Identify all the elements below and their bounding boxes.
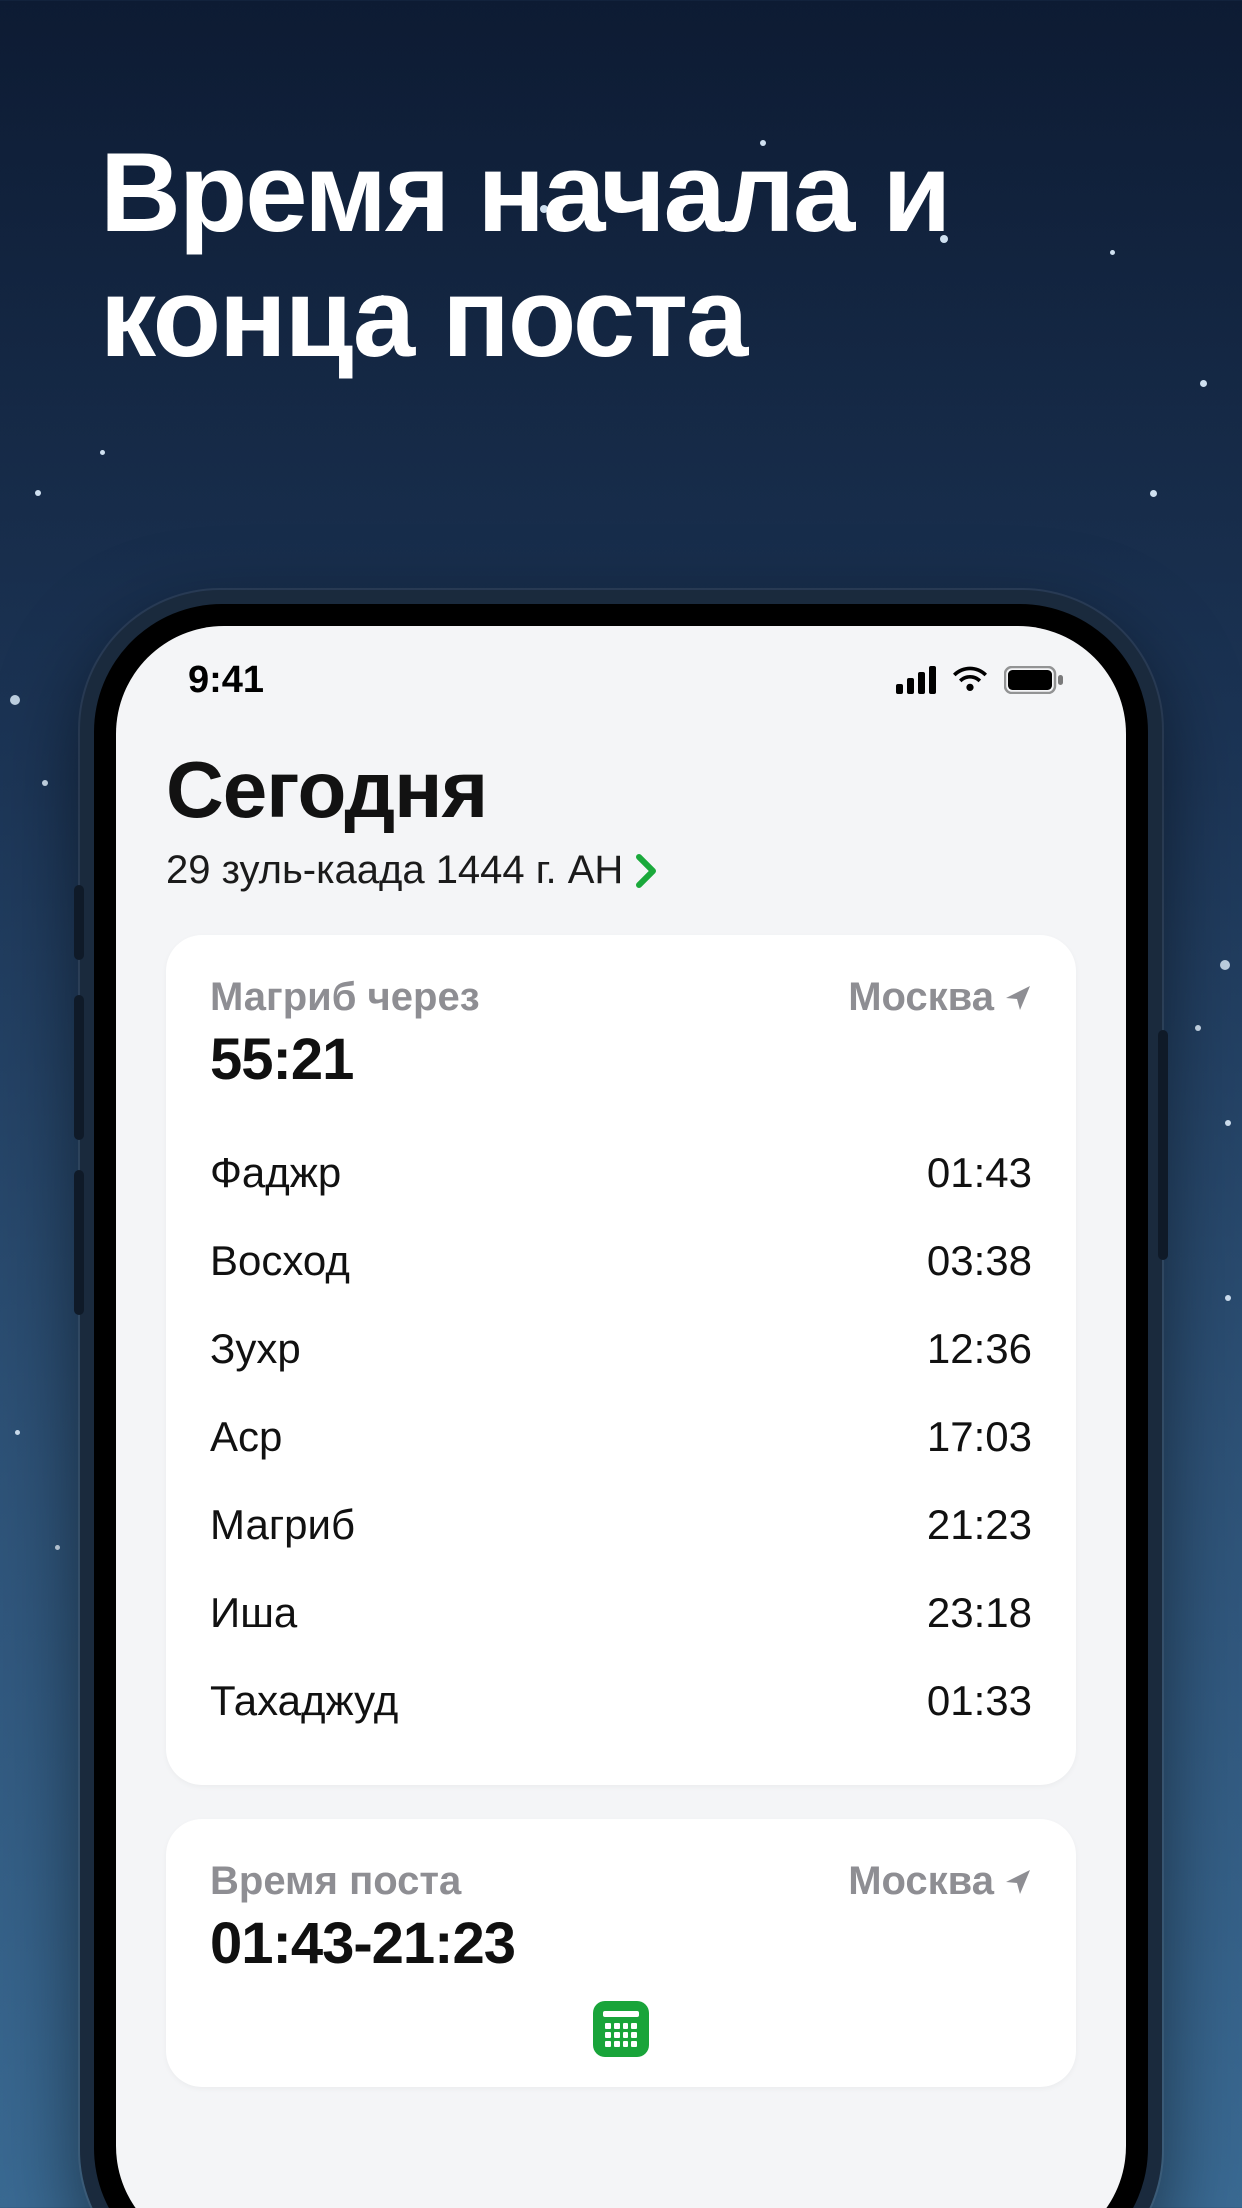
page-title: Сегодня <box>166 744 1076 836</box>
fasting-label: Время поста <box>210 1859 515 1904</box>
prayer-name: Восход <box>210 1237 350 1285</box>
location-button[interactable]: Москва <box>848 975 1032 1020</box>
side-button <box>1158 1030 1168 1260</box>
screen: 9:41 Сегодня 29 зуль-каада 1444 г. АН М <box>116 626 1126 2208</box>
hijri-date-button[interactable]: 29 зуль-каада 1444 г. АН <box>166 848 1076 893</box>
location-text: Москва <box>848 1859 994 1904</box>
prayer-time: 01:33 <box>927 1677 1032 1725</box>
battery-icon <box>1004 666 1064 694</box>
side-button <box>74 1170 84 1315</box>
prayer-time: 17:03 <box>927 1413 1032 1461</box>
prayer-time: 01:43 <box>927 1149 1032 1197</box>
wifi-icon <box>950 665 990 695</box>
prayer-name: Фаджр <box>210 1149 341 1197</box>
fasting-card: Время поста 01:43-21:23 Москва <box>166 1819 1076 2087</box>
prayer-time-row: Иша 23:18 <box>210 1569 1032 1657</box>
prayer-times-list: Фаджр 01:43 Восход 03:38 Зухр 12:36 Аср 17:03 Ма… <box>210 1129 1032 1745</box>
next-prayer-label: Магриб через <box>210 975 480 1020</box>
location-text: Москва <box>848 975 994 1020</box>
status-bar: 9:41 <box>116 626 1126 734</box>
location-arrow-icon <box>1004 984 1032 1012</box>
prayer-time-row: Восход 03:38 <box>210 1217 1032 1305</box>
fasting-range: 01:43-21:23 <box>210 1910 515 1977</box>
prayer-time-row: Фаджр 01:43 <box>210 1129 1032 1217</box>
cellular-icon <box>896 666 936 694</box>
status-time: 9:41 <box>188 659 264 702</box>
prayer-name: Магриб <box>210 1501 355 1549</box>
device-frame: 9:41 Сегодня 29 зуль-каада 1444 г. АН М <box>80 590 1162 2208</box>
prayer-times-card: Магриб через 55:21 Москва Фаджр 01:43 Восх… <box>166 935 1076 1785</box>
prayer-time: 23:18 <box>927 1589 1032 1637</box>
prayer-name: Зухр <box>210 1325 301 1373</box>
calendar-button[interactable] <box>593 2001 649 2057</box>
promo-headline: Время начала и конца поста <box>100 130 1182 381</box>
prayer-time: 03:38 <box>927 1237 1032 1285</box>
hijri-date-text: 29 зуль-каада 1444 г. АН <box>166 848 623 893</box>
prayer-time-row: Тахаджуд 01:33 <box>210 1657 1032 1745</box>
prayer-time-row: Аср 17:03 <box>210 1393 1032 1481</box>
prayer-name: Иша <box>210 1589 297 1637</box>
location-arrow-icon <box>1004 1868 1032 1896</box>
prayer-time: 21:23 <box>927 1501 1032 1549</box>
prayer-name: Аср <box>210 1413 282 1461</box>
prayer-time: 12:36 <box>927 1325 1032 1373</box>
chevron-right-icon <box>635 853 659 889</box>
next-prayer-countdown: 55:21 <box>210 1026 480 1093</box>
side-button <box>74 995 84 1140</box>
location-button[interactable]: Москва <box>848 1859 1032 1904</box>
prayer-time-row: Зухр 12:36 <box>210 1305 1032 1393</box>
side-button <box>74 885 84 960</box>
prayer-time-row: Магриб 21:23 <box>210 1481 1032 1569</box>
prayer-name: Тахаджуд <box>210 1677 398 1725</box>
